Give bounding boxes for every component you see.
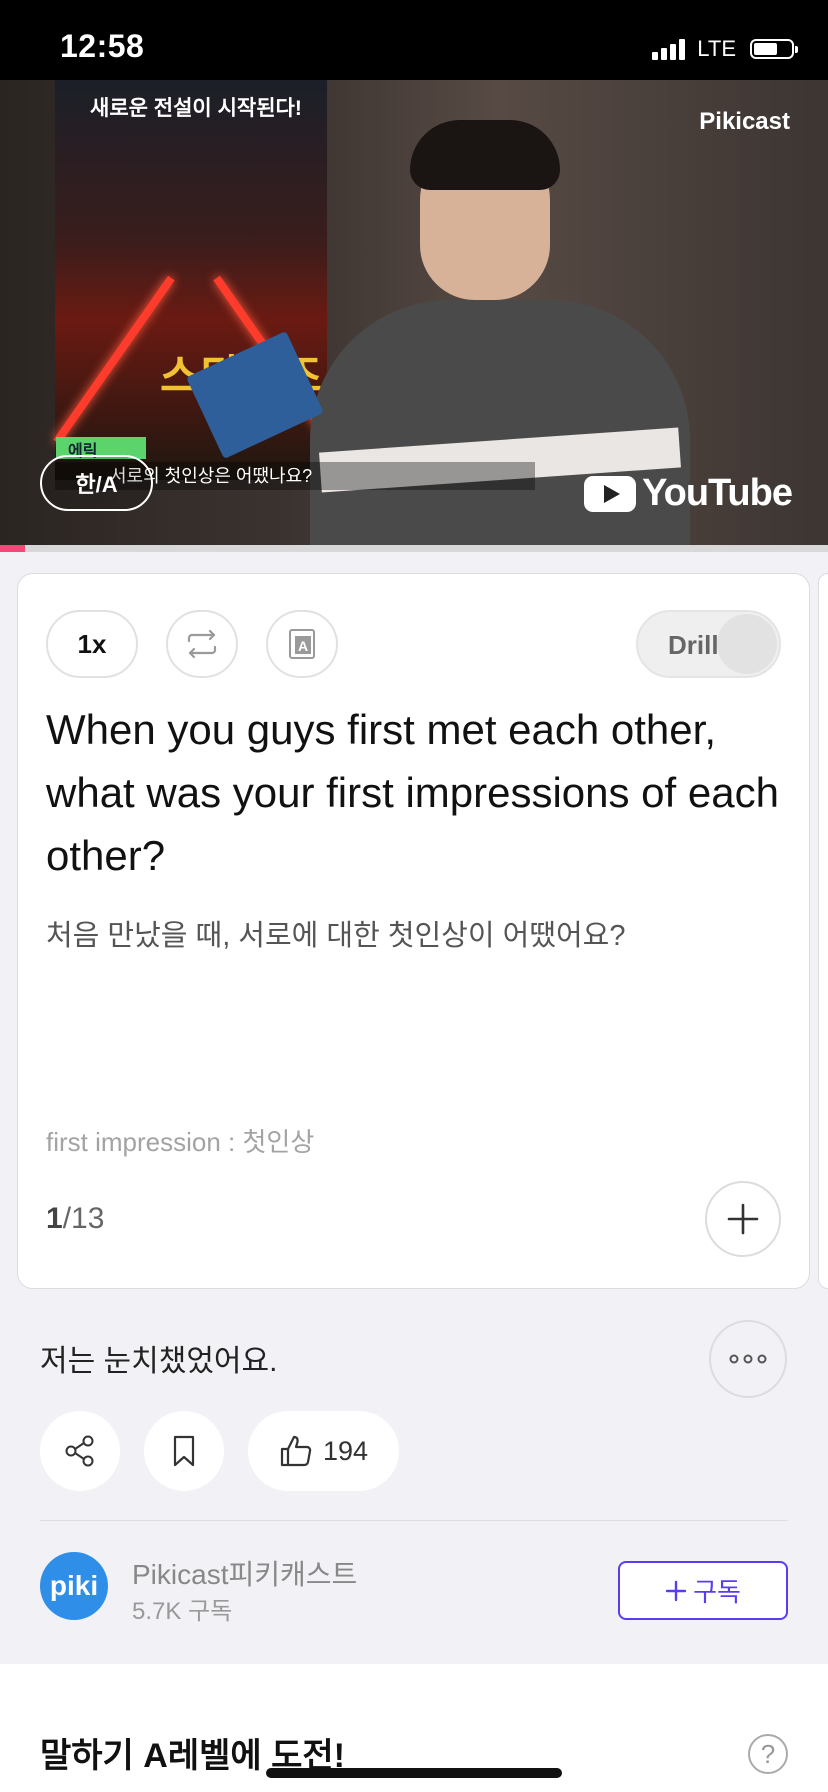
- network-label: LTE: [697, 36, 736, 61]
- signal-icon: [652, 38, 686, 60]
- thumbs-up-icon: [280, 1435, 312, 1467]
- channel-avatar[interactable]: piki: [40, 1552, 108, 1620]
- video-player[interactable]: 새로운 전설이 시작된다! 스타워즈 에릭 서로의 첫인상은 어땠나요? Pik…: [0, 80, 828, 545]
- playback-speed-button[interactable]: 1x: [46, 610, 138, 678]
- status-indicators: LTE: [652, 36, 798, 62]
- channel-name[interactable]: Pikicast피키캐스트: [132, 1553, 357, 1593]
- svg-text:A: A: [298, 638, 308, 654]
- subscribe-button[interactable]: 구독: [618, 1561, 788, 1620]
- drill-toggle[interactable]: Drill: [636, 610, 781, 678]
- plus-icon: [727, 1203, 759, 1235]
- pikicast-watermark: Pikicast: [699, 108, 790, 135]
- youtube-play-icon: [584, 475, 637, 512]
- youtube-label: YouTube: [642, 472, 793, 514]
- more-icon: [729, 1354, 767, 1364]
- status-bar: 12:58 LTE: [0, 0, 828, 80]
- like-button[interactable]: 194: [248, 1411, 399, 1491]
- drill-toggle-knob: [717, 614, 777, 674]
- vocabulary-hint: first impression : 첫인상: [46, 1127, 315, 1157]
- youtube-logo[interactable]: YouTube: [584, 472, 793, 515]
- plus-icon: [665, 1580, 687, 1601]
- video-progress-bar[interactable]: [0, 545, 828, 552]
- channel-subscriber-count: 5.7K 구독: [132, 1598, 233, 1625]
- video-progress-fill: [0, 545, 25, 552]
- next-card-peek[interactable]: [818, 573, 828, 1289]
- bookmark-icon: [173, 1435, 195, 1467]
- divider: [40, 1520, 788, 1521]
- english-sentence: When you guys first met each other, what…: [46, 706, 779, 879]
- korean-translation: 처음 만났을 때, 서로에 대한 첫인상이 어땠어요?: [46, 920, 626, 952]
- sentence-card: 1x A Drill When you guys first met each …: [17, 573, 810, 1289]
- status-time: 12:58: [60, 28, 145, 64]
- drill-label: Drill: [668, 630, 719, 660]
- home-indicator: [266, 1768, 562, 1778]
- add-button[interactable]: [705, 1181, 781, 1257]
- repeat-icon: [187, 629, 217, 659]
- bookmark-button[interactable]: [144, 1411, 224, 1491]
- language-toggle-button[interactable]: 한/A: [40, 455, 153, 511]
- counter-current: 1: [46, 1202, 63, 1235]
- translation-toggle-button[interactable]: A: [266, 610, 338, 678]
- share-icon: [65, 1435, 94, 1467]
- subscribe-label: 구독: [693, 1577, 741, 1607]
- like-count: 194: [322, 1435, 369, 1466]
- share-button[interactable]: [40, 1411, 120, 1491]
- poster-title: 새로운 전설이 시작된다!: [90, 97, 302, 120]
- battery-icon: [750, 39, 798, 59]
- counter-total: /13: [62, 1202, 105, 1235]
- translation-book-icon: A: [289, 629, 315, 659]
- reply-text: 저는 눈치챘었어요.: [40, 1345, 278, 1378]
- help-icon[interactable]: ?: [748, 1734, 788, 1774]
- more-options-button[interactable]: [709, 1320, 787, 1398]
- repeat-button[interactable]: [166, 610, 238, 678]
- sentence-counter: 1/13: [46, 1202, 104, 1236]
